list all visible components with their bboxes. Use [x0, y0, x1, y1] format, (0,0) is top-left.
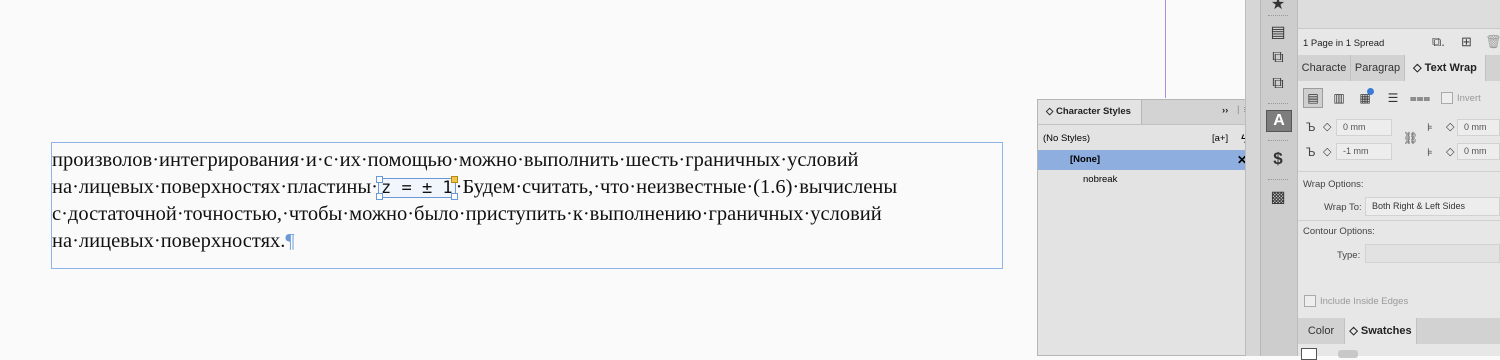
- tab-color[interactable]: Color: [1298, 318, 1345, 344]
- tab-text-wrap[interactable]: ◇ Text Wrap: [1405, 55, 1486, 81]
- text-line-3: с·достаточной·точностью,·чтобы·можно·был…: [52, 203, 882, 225]
- table-icon[interactable]: ▤: [1266, 22, 1290, 42]
- new-style-icon[interactable]: [a+]: [1212, 129, 1228, 149]
- inline-equation-text: z = ± 1: [381, 178, 453, 198]
- new-page-icon[interactable]: ⊞: [1461, 34, 1472, 50]
- tab-paragraph[interactable]: Paragrap: [1351, 55, 1405, 81]
- tab-swatches[interactable]: ◇ Swatches: [1345, 318, 1417, 344]
- delete-page-icon[interactable]: 🗑: [1485, 34, 1500, 50]
- diamond-icon: ◇: [1046, 106, 1056, 117]
- right-offset-field[interactable]: 0 mm: [1457, 143, 1500, 160]
- right-offset-icon: ⊧: [1427, 147, 1433, 159]
- text-line-2-end: ·Будем·считать,·что·неизвестные·(1.6)·вы…: [455, 176, 898, 198]
- inline-equation-object[interactable]: z = ± 1: [376, 176, 458, 200]
- upper-tabbar: Characte Paragrap ◇ Text Wrap: [1298, 55, 1500, 81]
- type-label: Type:: [1337, 250, 1361, 261]
- shape-dot: [1367, 88, 1374, 95]
- styles-header-row: (No Styles) [a+] ϟ: [1038, 129, 1260, 149]
- no-wrap-button[interactable]: ▤: [1303, 88, 1323, 108]
- divider: [1298, 171, 1500, 172]
- bottom-offset-icon: Ъ: [1306, 145, 1316, 159]
- pilcrow-mark: ¶: [285, 230, 295, 252]
- text-line-2: на·лицевых·поверхностях·пластины· z = ± 1…: [52, 174, 1004, 201]
- jump-next-column-button[interactable]: ⩶: [1410, 88, 1431, 108]
- grip: [1268, 179, 1288, 182]
- diamond-icon: ◇: [1349, 325, 1361, 337]
- text-frame[interactable]: произволов·интегрирования·и·с·их·помощью…: [51, 142, 1003, 269]
- stepper-icon[interactable]: ◇: [1446, 120, 1454, 133]
- tab-character[interactable]: Characte: [1298, 55, 1351, 81]
- wrap-object-shape-button[interactable]: ▦: [1355, 88, 1375, 108]
- tab-character-styles[interactable]: ◇ Character Styles: [1038, 100, 1142, 124]
- left-offset-field[interactable]: 0 mm: [1457, 119, 1500, 136]
- wrap-to-label: Wrap To:: [1324, 202, 1362, 213]
- edit-page-size-icon[interactable]: ⧉.: [1432, 34, 1445, 50]
- grip: [1268, 140, 1288, 143]
- character-styles-title: Character Styles: [1055, 106, 1131, 117]
- stepper-icon[interactable]: ◇: [1323, 120, 1331, 133]
- diamond-icon: ◇: [1413, 62, 1425, 74]
- left-offset-icon: ⊧: [1427, 122, 1433, 134]
- include-inside-edges-checkbox[interactable]: [1304, 295, 1316, 307]
- style-item-label: nobreak: [1083, 174, 1118, 185]
- text-line-1: произволов·интегрирования·и·с·их·помощью…: [52, 149, 859, 171]
- swatch-control[interactable]: [1338, 350, 1358, 358]
- contour-options-label: Contour Options:: [1303, 226, 1375, 237]
- character-styles-icon[interactable]: A: [1266, 110, 1292, 132]
- top-offset-field[interactable]: 0 mm: [1336, 119, 1392, 136]
- tab-swatches-label: Swatches: [1360, 325, 1412, 337]
- stepper-icon[interactable]: ◇: [1446, 145, 1454, 158]
- resize-handle[interactable]: [376, 193, 383, 200]
- expand-panel-icon[interactable]: ››: [1222, 105, 1228, 116]
- fill-swatch-icon[interactable]: [1301, 348, 1317, 360]
- column-guide: [1165, 0, 1166, 98]
- no-styles-label: (No Styles): [1043, 133, 1090, 144]
- contour-type-select[interactable]: [1365, 244, 1500, 263]
- top-offset-icon: Ъ: [1306, 120, 1316, 134]
- wrap-bounding-box-button[interactable]: ▥: [1329, 88, 1349, 108]
- layers-icon[interactable]: ⧉: [1266, 74, 1290, 94]
- character-styles-panel: ◇ Character Styles ›› | ≡ (No Styles) [a…: [1037, 99, 1261, 356]
- character-styles-tabbar: ◇ Character Styles ›› | ≡: [1038, 100, 1260, 125]
- grip: [1268, 103, 1288, 106]
- invert-checkbox[interactable]: [1441, 92, 1453, 104]
- divider: [1298, 220, 1500, 221]
- bottom-offset-field[interactable]: -1 mm: [1336, 143, 1392, 160]
- grip: [1268, 15, 1288, 18]
- pages-area: [1298, 0, 1500, 29]
- tab-text-wrap-label: Text Wrap: [1424, 62, 1477, 74]
- star-icon[interactable]: ★: [1266, 0, 1290, 14]
- jump-object-button[interactable]: ☰: [1383, 88, 1403, 108]
- lower-tabbar: Color ◇ Swatches: [1298, 318, 1500, 344]
- text-line-4-text: на·лицевых·поверхностях.: [52, 230, 286, 252]
- wrap-to-select[interactable]: Both Right & Left Sides: [1365, 197, 1500, 216]
- anchor-handle[interactable]: [450, 176, 458, 183]
- style-item-none[interactable]: [None] ✕: [1038, 150, 1260, 170]
- link-chain-icon[interactable]: ⛓: [1403, 131, 1418, 145]
- swatches-icon[interactable]: $: [1266, 149, 1290, 169]
- resize-handle[interactable]: [450, 193, 458, 200]
- style-item-label: [None]: [1070, 154, 1101, 165]
- divider: |: [1237, 104, 1240, 115]
- style-item-nobreak[interactable]: nobreak: [1038, 170, 1260, 190]
- wrap-options-label: Wrap Options:: [1303, 179, 1364, 190]
- text-wrap-icon[interactable]: ▩: [1266, 187, 1290, 207]
- invert-label: Invert: [1457, 93, 1481, 104]
- text-line-4: на·лицевых·поверхностях.¶: [52, 228, 1004, 255]
- stepper-icon[interactable]: ◇: [1323, 145, 1331, 158]
- resize-handle[interactable]: [376, 176, 383, 183]
- links-icon[interactable]: ⧉: [1266, 48, 1290, 68]
- include-inside-edges-label: Include Inside Edges: [1320, 296, 1409, 307]
- text-line-2-start: на·лицевых·поверхностях·пластины·: [52, 176, 378, 198]
- pages-status: 1 Page in 1 Spread: [1303, 38, 1385, 49]
